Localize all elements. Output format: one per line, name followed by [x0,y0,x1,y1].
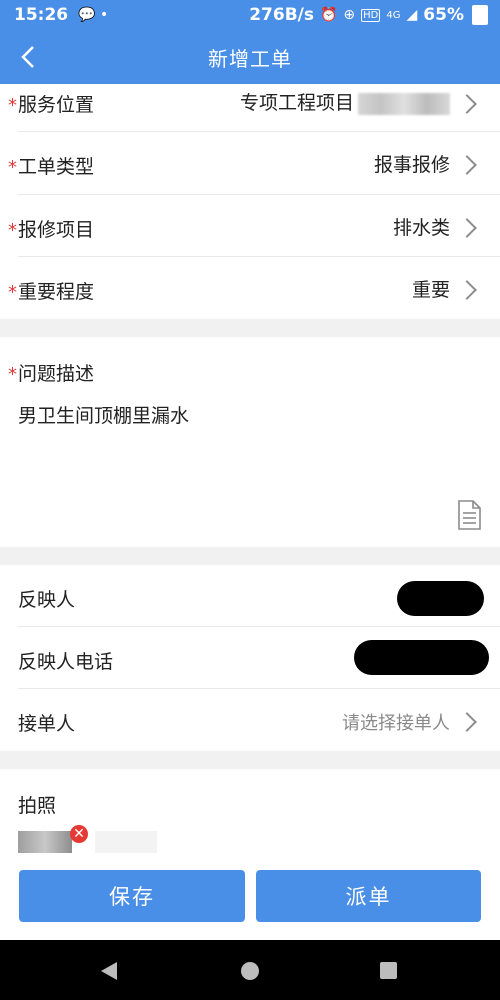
reporter-phone-row: 反映人电话 [0,627,500,689]
section-gap [0,547,500,565]
dispatch-button[interactable]: 派单 [256,870,481,922]
description-textarea[interactable]: 男卫生间顶棚里漏水 [18,401,189,428]
chevron-right-icon [457,155,477,175]
required-mark: * [8,220,17,241]
redacted-reporter-phone [354,640,489,675]
repair-item-row[interactable]: *报修项目 排水类 [0,195,500,257]
service-location-label-wrap: *服务位置 [8,90,94,117]
notification-icons: 💬 • [78,7,109,23]
required-mark: * [8,95,17,116]
save-button[interactable]: 保存 [19,870,245,922]
importance-value: 重要 [411,279,450,301]
assignee-row[interactable]: 接单人 请选择接单人 [0,689,500,751]
network-type: 4G [386,9,401,21]
service-location-label: 服务位置 [18,94,95,116]
page-title: 新增工单 [208,46,292,71]
nav-home-icon[interactable] [241,962,259,980]
description-label: 问题描述 [18,363,95,385]
service-location-value-wrap: 专项工程项目 [240,88,450,115]
reporter-label: 反映人 [18,589,76,611]
battery-level: 65% [423,5,464,25]
service-location-value: 专项工程项目 [239,92,354,114]
photo-label: 拍照 [18,795,57,817]
signal-icon: ◢ [406,7,418,23]
nav-back-icon[interactable] [101,962,117,980]
order-type-row[interactable]: *工单类型 报事报修 [0,132,500,194]
photo-section: 拍照 [0,769,500,869]
section-gap [0,319,500,337]
chevron-right-icon [457,280,477,300]
network-speed: 276B/s [249,5,314,25]
delete-photo-icon[interactable]: ✕ [70,825,88,843]
required-mark: * [8,157,17,178]
required-mark: * [8,364,17,385]
description-section: *问题描述 [0,337,500,547]
reporter-row: 反映人 [0,565,500,627]
chevron-right-icon [457,94,477,114]
alarm-icon: ⏰ [319,7,338,23]
assignee-placeholder: 请选择接单人 [342,713,450,734]
assignee-label: 接单人 [18,713,76,735]
repair-item-label-wrap: *报修项目 [8,215,94,242]
order-type-value: 报事报修 [373,154,450,176]
importance-row[interactable]: *重要程度 重要 [0,257,500,319]
chevron-right-icon [457,712,477,732]
nav-recents-icon[interactable] [380,962,397,979]
battery-icon [472,5,488,25]
hd-icon: HD [361,8,381,22]
section-gap [0,751,500,769]
service-location-row[interactable]: *服务位置 专项工程项目 [0,84,500,132]
chevron-right-icon [457,218,477,238]
required-mark: * [8,282,17,303]
order-type-label: 工单类型 [18,156,95,178]
add-photo-slot[interactable] [95,831,157,853]
description-label-wrap: *问题描述 [8,359,94,386]
repair-item-label: 报修项目 [18,219,95,241]
order-type-label-wrap: *工单类型 [8,152,94,179]
status-bar: 15:26 💬 • 276B/s ⏰ ⊕ HD 4G ◢ 65% [0,0,500,30]
photo-thumbnail[interactable] [18,831,72,853]
nav-bar: 新增工单 [0,30,500,84]
screen: 15:26 💬 • 276B/s ⏰ ⊕ HD 4G ◢ 65% 新增工单 *服… [0,0,500,1000]
importance-label: 重要程度 [18,281,95,303]
status-time: 15:26 [14,5,69,25]
importance-label-wrap: *重要程度 [8,277,94,304]
repair-item-value: 排水类 [392,217,450,239]
redacted-text [358,92,450,115]
reporter-phone-label: 反映人电话 [18,651,114,673]
redacted-reporter-name [397,581,484,616]
sync-icon: ⊕ [343,7,356,23]
document-icon[interactable] [456,500,482,530]
